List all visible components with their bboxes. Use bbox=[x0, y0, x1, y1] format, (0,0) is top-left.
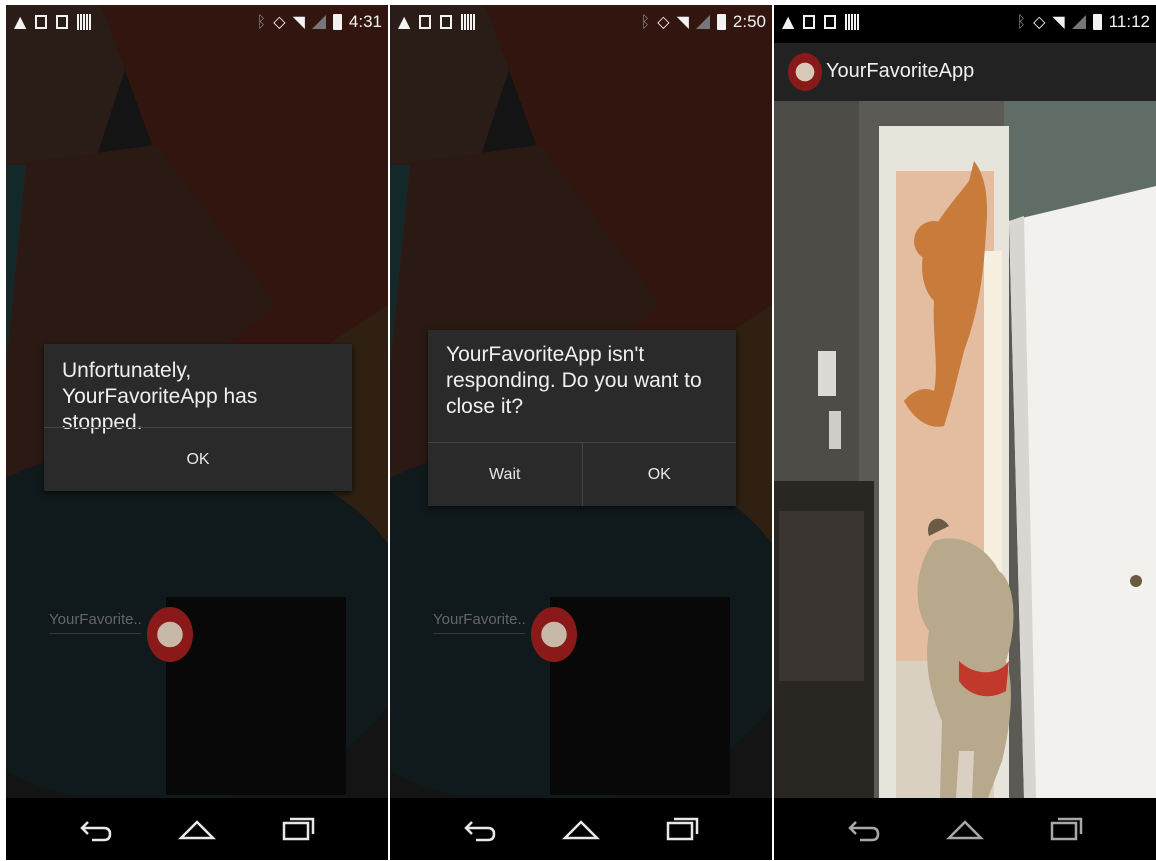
download-icon bbox=[35, 15, 48, 29]
phone-screen-app: ▲ ᛒ ◇ ◥ 11:12 YourFavoriteApp bbox=[774, 5, 1156, 860]
anr-dialog: YourFavoriteApp isn't responding. Do you… bbox=[428, 330, 736, 506]
app-icon[interactable] bbox=[531, 607, 577, 662]
battery-charging-icon bbox=[332, 14, 342, 30]
action-bar: YourFavoriteApp bbox=[774, 43, 1156, 101]
recents-button[interactable] bbox=[1044, 812, 1088, 846]
back-icon bbox=[80, 821, 112, 842]
signal-icon bbox=[695, 15, 710, 29]
phone-screen-anr: ▲ ᛒ ◇ ◥ 2:50 YourFavoriteApp isn't respo… bbox=[390, 5, 772, 860]
image-icon bbox=[440, 15, 453, 29]
navigation-bar bbox=[6, 798, 388, 860]
wifi-icon: ◥ bbox=[292, 12, 305, 31]
status-bar: ▲ ᛒ ◇ ◥ 4:31 bbox=[6, 5, 388, 43]
back-button[interactable] bbox=[458, 812, 502, 846]
image-icon bbox=[56, 15, 69, 29]
barcode-icon bbox=[845, 14, 860, 30]
status-time: 4:31 bbox=[348, 12, 382, 31]
bluetooth-icon: ᛒ bbox=[1016, 12, 1027, 31]
cat-dog-photo bbox=[774, 101, 1156, 798]
status-bar: ▲ ᛒ ◇ ◥ 2:50 bbox=[390, 5, 772, 43]
vibrate-icon: ◇ bbox=[1033, 12, 1046, 31]
barcode-icon bbox=[77, 14, 92, 30]
home-button[interactable] bbox=[175, 812, 219, 846]
home-icon bbox=[177, 820, 217, 840]
ok-button[interactable]: OK bbox=[581, 443, 737, 506]
status-time: 2:50 bbox=[732, 12, 766, 31]
widget-panel bbox=[550, 597, 730, 795]
battery-charging-icon bbox=[716, 14, 726, 30]
navigation-bar bbox=[774, 798, 1156, 860]
warning-icon: ▲ bbox=[782, 12, 795, 31]
dialog-button-row: OK bbox=[44, 427, 352, 491]
widget-panel bbox=[166, 597, 346, 795]
status-time: 11:12 bbox=[1108, 12, 1150, 31]
vibrate-icon: ◇ bbox=[273, 12, 286, 31]
back-icon bbox=[848, 821, 880, 842]
home-icon bbox=[561, 820, 601, 840]
recents-button[interactable] bbox=[276, 812, 320, 846]
app-icon[interactable] bbox=[788, 53, 822, 91]
recents-button[interactable] bbox=[660, 812, 704, 846]
recents-icon bbox=[1050, 817, 1082, 841]
bluetooth-icon: ᛒ bbox=[256, 12, 267, 31]
home-icon bbox=[945, 820, 985, 840]
status-bar: ▲ ᛒ ◇ ◥ 11:12 bbox=[774, 5, 1156, 43]
vibrate-icon: ◇ bbox=[657, 12, 670, 31]
bluetooth-icon: ᛒ bbox=[640, 12, 651, 31]
navigation-bar bbox=[390, 798, 772, 860]
barcode-icon bbox=[461, 14, 476, 30]
crash-dialog: Unfortunately, YourFavoriteApp has stopp… bbox=[44, 344, 352, 491]
download-icon bbox=[419, 15, 432, 29]
ok-button[interactable]: OK bbox=[44, 428, 352, 491]
home-button[interactable] bbox=[559, 812, 603, 846]
app-widget-label[interactable]: YourFavorite.. bbox=[49, 611, 142, 634]
signal-icon bbox=[1071, 15, 1086, 29]
dialog-button-row: Wait OK bbox=[428, 442, 736, 506]
wifi-icon: ◥ bbox=[1052, 12, 1065, 31]
wait-button[interactable]: Wait bbox=[428, 443, 582, 506]
back-button[interactable] bbox=[842, 812, 886, 846]
app-title: YourFavoriteApp bbox=[826, 60, 975, 82]
battery-charging-icon bbox=[1092, 14, 1102, 30]
recents-icon bbox=[666, 817, 698, 841]
dialog-message: YourFavoriteApp isn't responding. Do you… bbox=[446, 343, 702, 418]
download-icon bbox=[803, 15, 816, 29]
back-icon bbox=[464, 821, 496, 842]
signal-icon bbox=[311, 15, 326, 29]
warning-icon: ▲ bbox=[398, 12, 411, 31]
app-widget-label[interactable]: YourFavorite.. bbox=[433, 611, 526, 634]
recents-icon bbox=[282, 817, 314, 841]
phone-screen-crash: ▲ ᛒ ◇ ◥ 4:31 Unfortunately, YourFavorite… bbox=[6, 5, 388, 860]
back-button[interactable] bbox=[74, 812, 118, 846]
app-icon[interactable] bbox=[147, 607, 193, 662]
warning-icon: ▲ bbox=[14, 12, 27, 31]
wifi-icon: ◥ bbox=[676, 12, 689, 31]
image-icon bbox=[824, 15, 837, 29]
home-button[interactable] bbox=[943, 812, 987, 846]
